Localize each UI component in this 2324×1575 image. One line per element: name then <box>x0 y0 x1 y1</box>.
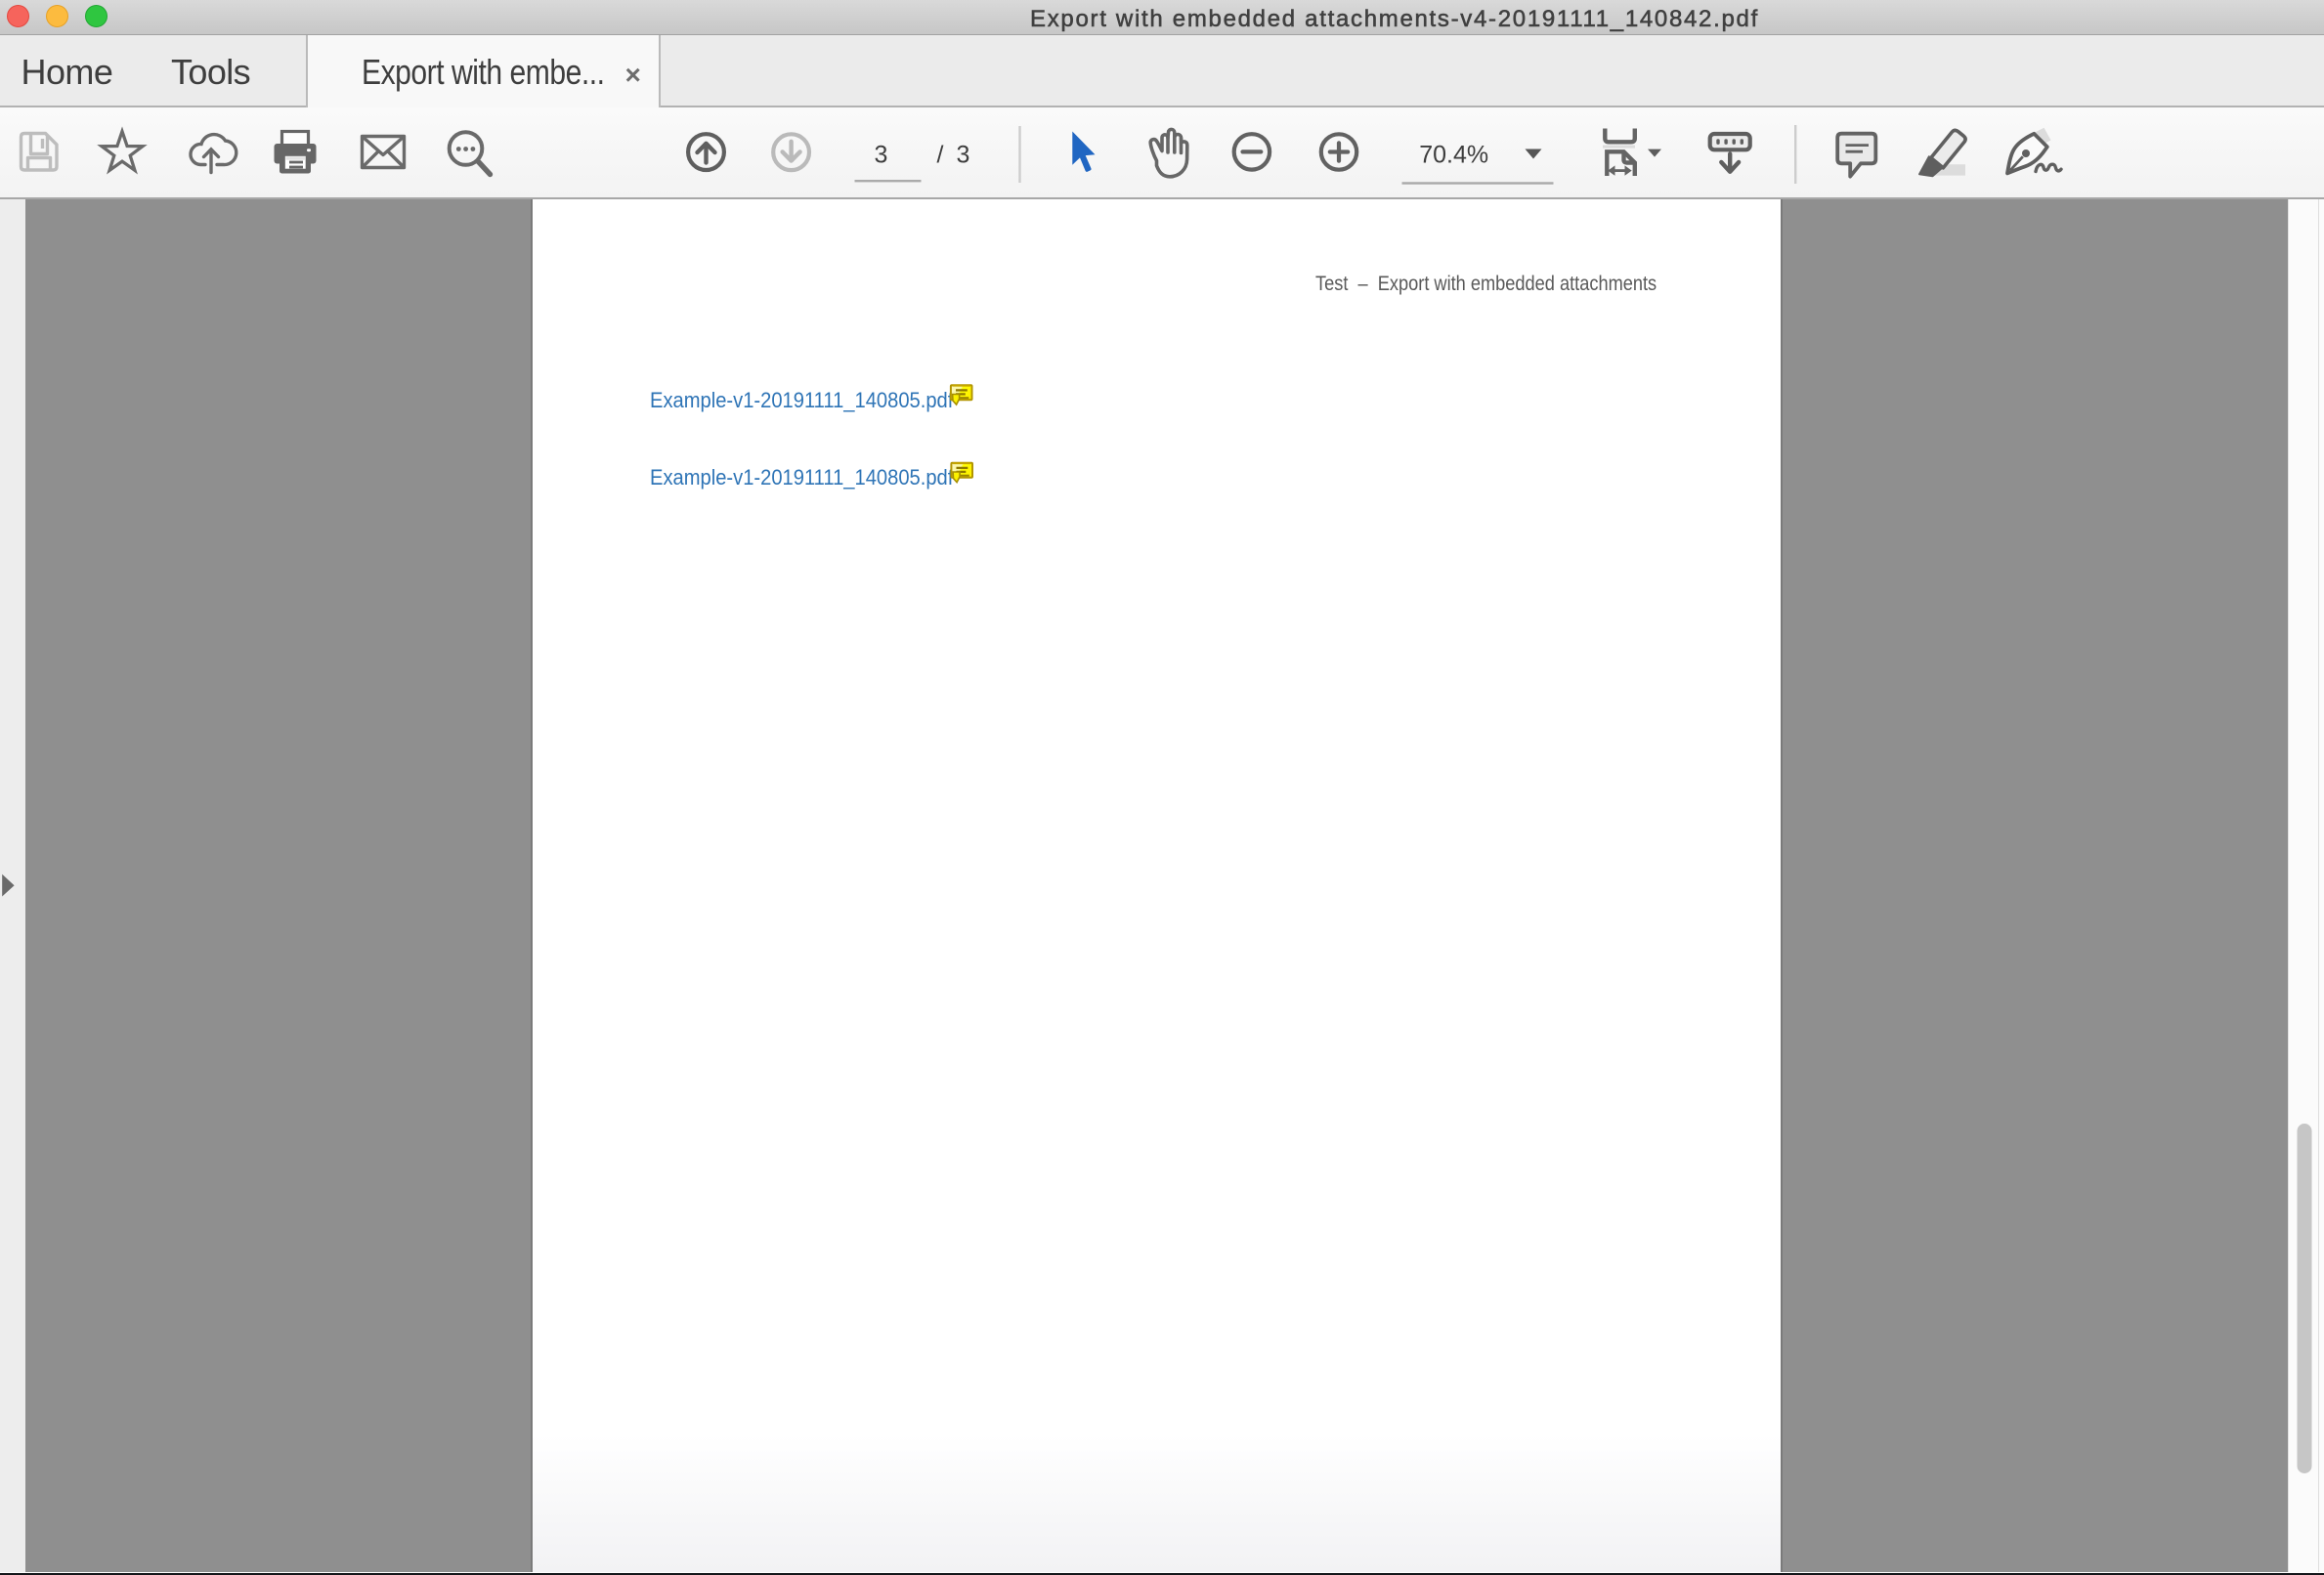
svg-text:70.4%: 70.4% <box>1419 142 1488 169</box>
svg-text:/: / <box>937 142 944 169</box>
svg-text:3: 3 <box>875 142 888 169</box>
svg-text:3: 3 <box>957 142 970 169</box>
